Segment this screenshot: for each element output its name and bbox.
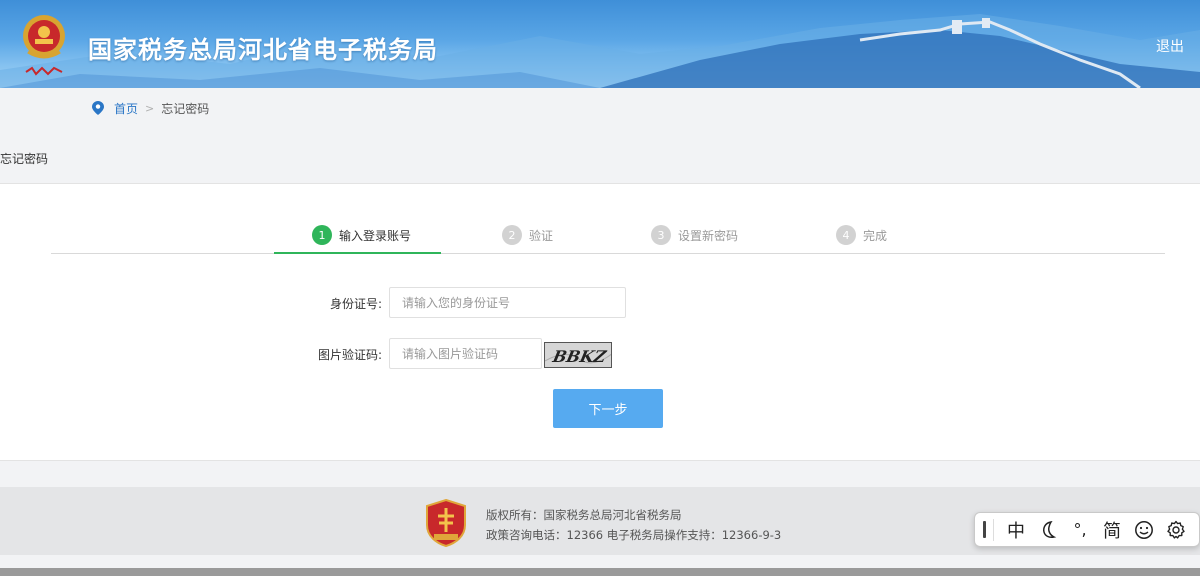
step-3: 3 设置新密码 <box>651 225 738 245</box>
breadcrumb-separator: > <box>145 101 155 115</box>
page-title: 忘记密码 <box>0 152 49 166</box>
breadcrumb: 首页 > 忘记密码 <box>92 99 209 117</box>
location-pin-icon <box>92 101 104 115</box>
footer-contact: 政策咨询电话：12366 电子税务局操作支持：12366-9-3 <box>486 528 782 542</box>
captcha-input[interactable] <box>389 338 542 369</box>
step-1-number: 1 <box>312 225 332 245</box>
ime-charset-toggle[interactable]: 简 <box>1096 517 1128 543</box>
step-3-number: 3 <box>651 225 671 245</box>
step-1: 1 输入登录账号 <box>312 225 411 245</box>
active-step-underline <box>274 252 441 254</box>
tax-emblem-icon <box>23 15 65 76</box>
breadcrumb-home-link[interactable]: 首页 <box>114 100 138 117</box>
footer-copyright: 版权所有：国家税务总局河北省税务局 <box>486 508 682 522</box>
smiley-icon <box>1135 520 1153 539</box>
step-1-label: 输入登录账号 <box>339 228 412 243</box>
ime-punctuation-toggle[interactable]: °, <box>1064 517 1096 543</box>
ime-settings-button[interactable] <box>1160 517 1192 543</box>
site-title: 国家税务总局河北省电子税务局 <box>88 36 438 64</box>
breadcrumb-current: 忘记密码 <box>161 101 210 116</box>
ime-divider <box>993 518 994 541</box>
moon-icon <box>1043 520 1057 538</box>
ime-emoji-button[interactable] <box>1128 517 1160 543</box>
ime-fullwidth-toggle[interactable] <box>1032 517 1064 543</box>
next-step-button[interactable]: 下一步 <box>553 389 663 428</box>
ime-drag-handle[interactable] <box>983 521 986 538</box>
bottom-scroll-bar <box>0 568 1200 576</box>
id-number-input[interactable] <box>389 287 626 318</box>
site-header: 国家税务总局河北省电子税务局 退出 <box>0 0 1200 88</box>
party-building-badge-icon <box>426 499 466 547</box>
step-2: 2 验证 <box>502 225 553 245</box>
step-4: 4 完成 <box>836 225 887 245</box>
gear-icon <box>1167 520 1185 539</box>
logout-link[interactable]: 退出 <box>1156 36 1184 56</box>
captcha-image[interactable]: BBKZ <box>544 342 612 368</box>
ime-mode-toggle[interactable]: 中 <box>1000 517 1032 543</box>
captcha-label: 图片验证码: <box>317 348 382 362</box>
steps-divider <box>51 253 1165 254</box>
step-2-label: 验证 <box>529 228 554 243</box>
step-3-label: 设置新密码 <box>678 228 739 243</box>
step-4-label: 完成 <box>863 228 888 243</box>
captcha-text: BBKZ <box>550 347 609 366</box>
forgot-password-card: 1 输入登录账号 2 验证 3 设置新密码 4 完成 身份证号: 图片验证码: … <box>0 183 1200 461</box>
ime-toolbar: 中 °, 简 <box>974 512 1200 547</box>
step-4-number: 4 <box>836 225 856 245</box>
id-number-label: 身份证号: <box>329 297 382 311</box>
step-2-number: 2 <box>502 225 522 245</box>
